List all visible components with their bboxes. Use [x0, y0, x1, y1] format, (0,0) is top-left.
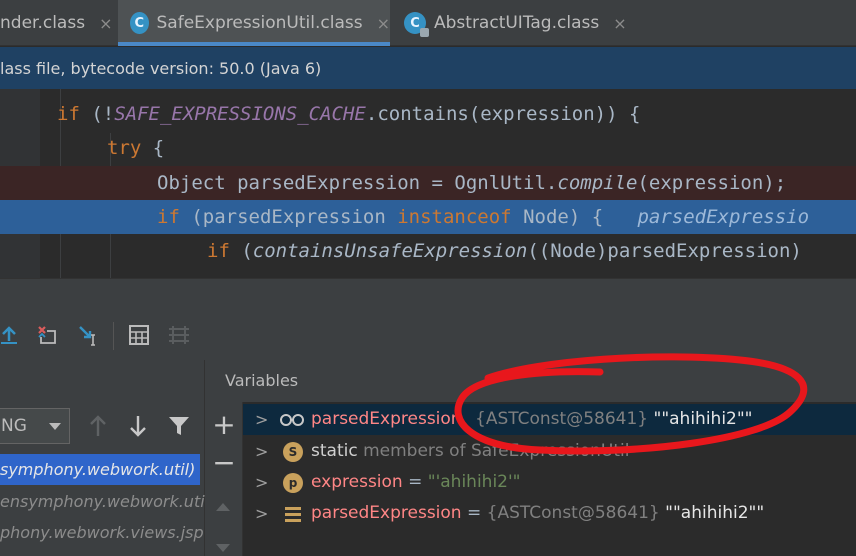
close-icon[interactable]: × — [377, 14, 390, 33]
step-out-icon[interactable] — [0, 322, 22, 348]
breakpoint-line: Object parsedExpression = OgnlUtil.compi… — [0, 166, 856, 200]
thread-dropdown[interactable]: NG — [0, 408, 70, 444]
arrow-up-icon[interactable] — [88, 414, 108, 442]
chevron-right-icon[interactable]: > — [255, 436, 268, 467]
run-to-cursor-icon[interactable] — [75, 322, 101, 348]
tab-safeexpressionutil[interactable]: C SafeExpressionUtil.class × — [118, 0, 390, 46]
class-icon: C — [130, 12, 149, 34]
tab-label: nder.class — [0, 13, 86, 33]
execution-point-line: if (parsedExpression instanceof Node) { … — [0, 200, 856, 234]
trace-icon[interactable] — [166, 322, 192, 348]
close-icon[interactable]: × — [613, 14, 626, 33]
variable-row[interactable]: > parsedExpression = {ASTConst@58641} ""… — [243, 498, 856, 529]
close-icon[interactable]: × — [99, 14, 112, 33]
move-up-icon[interactable] — [214, 497, 232, 516]
editor-tab-bar: nder.class × C SafeExpressionUtil.class … — [0, 0, 856, 46]
frame-row[interactable]: phony.webwork.views.jsp — [0, 517, 205, 548]
banner-text: lass file, bytecode version: 50.0 (Java … — [0, 58, 322, 78]
code-line: if (!SAFE_EXPRESSIONS_CACHE.contains(exp… — [57, 103, 641, 125]
active-tab-indicator — [118, 42, 390, 46]
arrow-down-icon[interactable] — [128, 414, 148, 442]
frame-row[interactable]: ensymphony.webwork.util — [0, 486, 205, 517]
class-icon: C — [404, 12, 429, 37]
variable-row[interactable]: > parsedExpression {ASTConst@58641} ""ah… — [243, 404, 856, 435]
chevron-right-icon[interactable]: > — [255, 404, 268, 435]
code-line: try { — [107, 137, 165, 159]
watch-glasses-icon — [279, 410, 305, 430]
remove-watch-button[interactable]: − — [212, 446, 236, 479]
tab-nder-class[interactable]: nder.class × — [0, 0, 115, 46]
drop-frame-icon[interactable] — [34, 322, 60, 348]
evaluate-expression-icon[interactable] — [126, 322, 152, 348]
thread-select-value: NG — [1, 416, 27, 436]
variables-header: Variables — [205, 360, 856, 402]
inline-debug-value: parsedExpressio — [637, 206, 810, 228]
tab-label: SafeExpressionUtil.class — [156, 13, 363, 33]
chevron-down-icon — [49, 423, 61, 430]
static-icon: S — [283, 442, 303, 462]
variable-row[interactable]: > p expression = "'ahihihi2'" — [243, 467, 856, 498]
chevron-right-icon[interactable]: > — [255, 467, 268, 498]
move-down-icon[interactable] — [214, 540, 232, 556]
frame-row[interactable]: symphony.webwork.util) — [0, 454, 200, 485]
code-line: if (containsUnsafeExpression((Node)parse… — [207, 240, 802, 262]
variable-row[interactable]: > S static members of SafeExpressionUtil — [243, 436, 856, 467]
code-editor[interactable]: if (!SAFE_EXPRESSIONS_CACHE.contains(exp… — [0, 89, 856, 278]
add-watch-button[interactable]: + — [212, 408, 236, 441]
decompiled-class-banner: lass file, bytecode version: 50.0 (Java … — [0, 47, 856, 89]
field-lines-icon — [283, 504, 303, 524]
parameter-icon: p — [283, 473, 303, 493]
filter-icon[interactable] — [168, 415, 190, 441]
tab-label: AbstractUITag.class — [434, 13, 600, 33]
toolbar-separator — [113, 322, 114, 350]
tab-abstractuitag[interactable]: C AbstractUITag.class × — [392, 0, 632, 46]
chevron-right-icon[interactable]: > — [255, 498, 268, 529]
